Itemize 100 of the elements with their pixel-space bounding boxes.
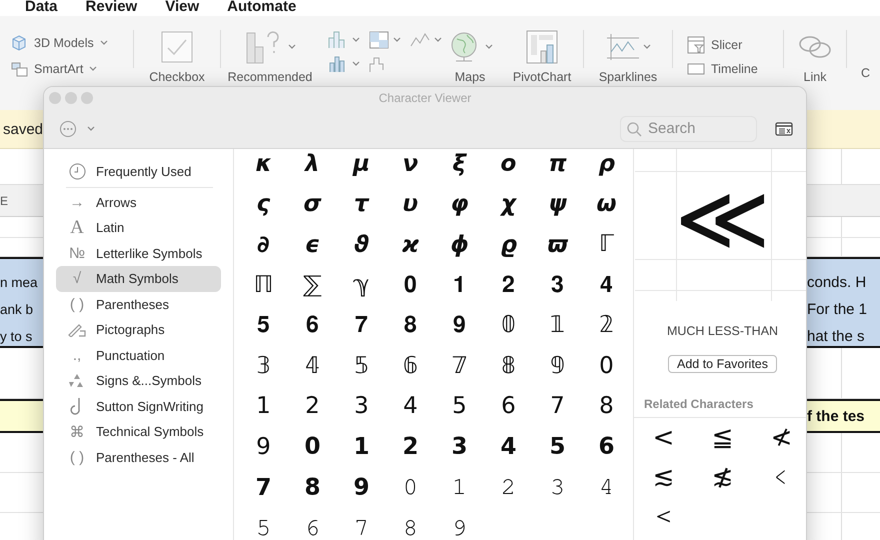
character-cell[interactable]: 𝟡 — [533, 352, 582, 379]
character-cell[interactable]: 𝟦 — [386, 393, 435, 420]
character-cell[interactable]: 𝟠 — [484, 352, 533, 379]
maps-button[interactable]: Maps — [439, 16, 501, 85]
related-character[interactable]: ≴ — [693, 457, 752, 496]
character-cell[interactable]: 𝞷 — [435, 150, 484, 177]
character-cell[interactable]: 𝟛 — [239, 352, 288, 379]
character-cell[interactable]: 𝟢 — [582, 352, 631, 379]
character-cell[interactable]: 𝟹 — [533, 474, 582, 500]
character-cell[interactable]: 𝟂 — [582, 190, 631, 218]
slicer-button[interactable]: Slicer — [687, 34, 773, 56]
category-item[interactable]: Pictographs — [56, 317, 221, 342]
character-cell[interactable]: 𝟔 — [288, 312, 337, 338]
character-cell[interactable]: 𝟷 — [435, 474, 484, 500]
character-cell[interactable]: 𝞿 — [435, 190, 484, 218]
search-field[interactable]: Search — [620, 116, 757, 142]
pivotchart-button[interactable]: PivotChart — [501, 16, 583, 85]
menu-item[interactable]: Automate — [227, 0, 296, 16]
recommended-charts-button[interactable]: Recommended — [221, 16, 319, 85]
character-cell[interactable]: 𝟜 — [288, 352, 337, 379]
category-item[interactable]: ( ) Parentheses - All — [56, 444, 221, 470]
add-to-favorites-button[interactable]: Add to Favorites — [668, 355, 777, 373]
character-cell[interactable]: 𝞺 — [582, 150, 631, 177]
character-cell[interactable]: 𝟬 — [288, 433, 337, 460]
window-control[interactable] — [49, 92, 61, 104]
window-control[interactable] — [65, 92, 77, 104]
menu-item[interactable]: View — [165, 0, 200, 16]
character-cell[interactable]: 𝟝 — [337, 352, 386, 379]
character-cell[interactable]: 𝟯 — [435, 433, 484, 460]
category-item[interactable]: Sutton SignWriting — [56, 394, 221, 419]
character-cell[interactable]: 𝟖 — [386, 312, 435, 338]
category-item[interactable]: ., Punctuation — [56, 342, 221, 368]
character-cell[interactable]: 𝟗 — [435, 312, 484, 338]
category-item[interactable]: ⌘ Technical Symbols — [56, 419, 221, 444]
character-cell[interactable]: 𝟽 — [337, 514, 386, 540]
category-item[interactable]: √ Math Symbols — [56, 266, 221, 292]
treemap-icon[interactable] — [368, 30, 390, 50]
character-cell[interactable]: 𝟩 — [533, 393, 582, 420]
character-cell[interactable]: 𝟫 — [239, 434, 288, 460]
character-cell[interactable]: 𝟈 — [484, 230, 533, 258]
character-cell[interactable]: 𝟟 — [435, 352, 484, 379]
character-cell[interactable]: 𝟧 — [435, 393, 484, 420]
related-character[interactable]: ≮ — [752, 418, 806, 457]
timeline-button[interactable]: Timeline — [687, 58, 773, 80]
character-cell[interactable]: 𝟣 — [239, 393, 288, 420]
character-cell[interactable]: 𝟙 — [533, 312, 582, 338]
character-cell[interactable]: 𝟮 — [386, 433, 435, 460]
character-cell[interactable]: 𝟭 — [337, 433, 386, 460]
character-cell[interactable]: ℽ — [337, 272, 386, 298]
character-cell[interactable]: 𝟘 — [484, 312, 533, 338]
related-character[interactable]: ＜ — [634, 496, 693, 535]
character-cell[interactable]: ℾ — [582, 231, 631, 258]
category-item[interactable]: Frequently Used — [56, 159, 221, 184]
character-cell[interactable]: ℿ — [239, 272, 288, 298]
character-cell[interactable]: 𝞵 — [337, 150, 386, 177]
character-cell[interactable]: 𝟤 — [288, 393, 337, 420]
character-cell[interactable]: 𝟃 — [239, 230, 288, 258]
character-cell[interactable]: 𝞴 — [288, 150, 337, 177]
ribbon-label[interactable]: C — [861, 66, 870, 80]
column-header[interactable]: E — [0, 194, 8, 208]
related-character[interactable]: ≦ — [693, 418, 752, 457]
character-cell[interactable]: 𝞸 — [484, 150, 533, 177]
link-button[interactable]: Link — [784, 16, 846, 85]
character-cell[interactable]: 𝟁 — [533, 190, 582, 218]
ribbon-button[interactable]: 3D Models — [10, 32, 133, 54]
character-cell[interactable]: 𝟑 — [533, 272, 582, 298]
category-item[interactable]: → Arrows — [56, 190, 221, 215]
character-cell[interactable]: ⅀ — [288, 272, 337, 298]
character-cell[interactable]: 𝟏 — [435, 272, 484, 298]
character-cell[interactable]: 𝟺 — [582, 474, 631, 500]
character-cell[interactable]: 𝟄 — [288, 230, 337, 258]
character-cell[interactable]: 𝞻 — [239, 190, 288, 218]
menu-item[interactable]: Review — [86, 0, 138, 16]
character-cell[interactable]: 𝟵 — [337, 474, 386, 501]
character-cell[interactable]: 𝟸 — [484, 474, 533, 500]
keyboard-window-icon[interactable] — [775, 122, 793, 136]
character-cell[interactable]: 𝟻 — [239, 514, 288, 540]
more-icon[interactable] — [59, 120, 77, 138]
category-item[interactable]: A Latin — [56, 215, 221, 240]
checkbox-button[interactable]: Checkbox — [134, 16, 220, 85]
character-cell[interactable]: 𝟥 — [337, 393, 386, 420]
character-cell[interactable]: 𝟲 — [582, 433, 631, 460]
character-cell[interactable]: 𝟰 — [484, 433, 533, 460]
character-cell[interactable]: 𝞹 — [533, 150, 582, 177]
character-cell[interactable]: 𝟨 — [484, 393, 533, 420]
character-cell[interactable]: 𝞶 — [386, 150, 435, 177]
character-cell[interactable]: 𝟎 — [386, 272, 435, 298]
character-cell[interactable]: 𝟞 — [386, 352, 435, 379]
character-cell[interactable]: 𝞾 — [386, 190, 435, 218]
character-cell[interactable]: 𝟉 — [533, 230, 582, 258]
menu-item[interactable]: Data — [25, 0, 58, 16]
character-cell[interactable]: 𝟴 — [288, 474, 337, 501]
character-cell[interactable]: 𝟀 — [484, 190, 533, 218]
character-cell[interactable]: 𝞼 — [288, 190, 337, 218]
character-cell[interactable]: 𝟓 — [239, 312, 288, 338]
character-cell[interactable]: 𝞽 — [337, 190, 386, 218]
character-cell[interactable]: 𝟚 — [582, 312, 631, 338]
category-item[interactable]: ( ) Parentheses — [56, 292, 221, 317]
character-cell[interactable]: 𝟅 — [337, 230, 386, 258]
sparklines-button[interactable]: Sparklines — [584, 16, 672, 85]
